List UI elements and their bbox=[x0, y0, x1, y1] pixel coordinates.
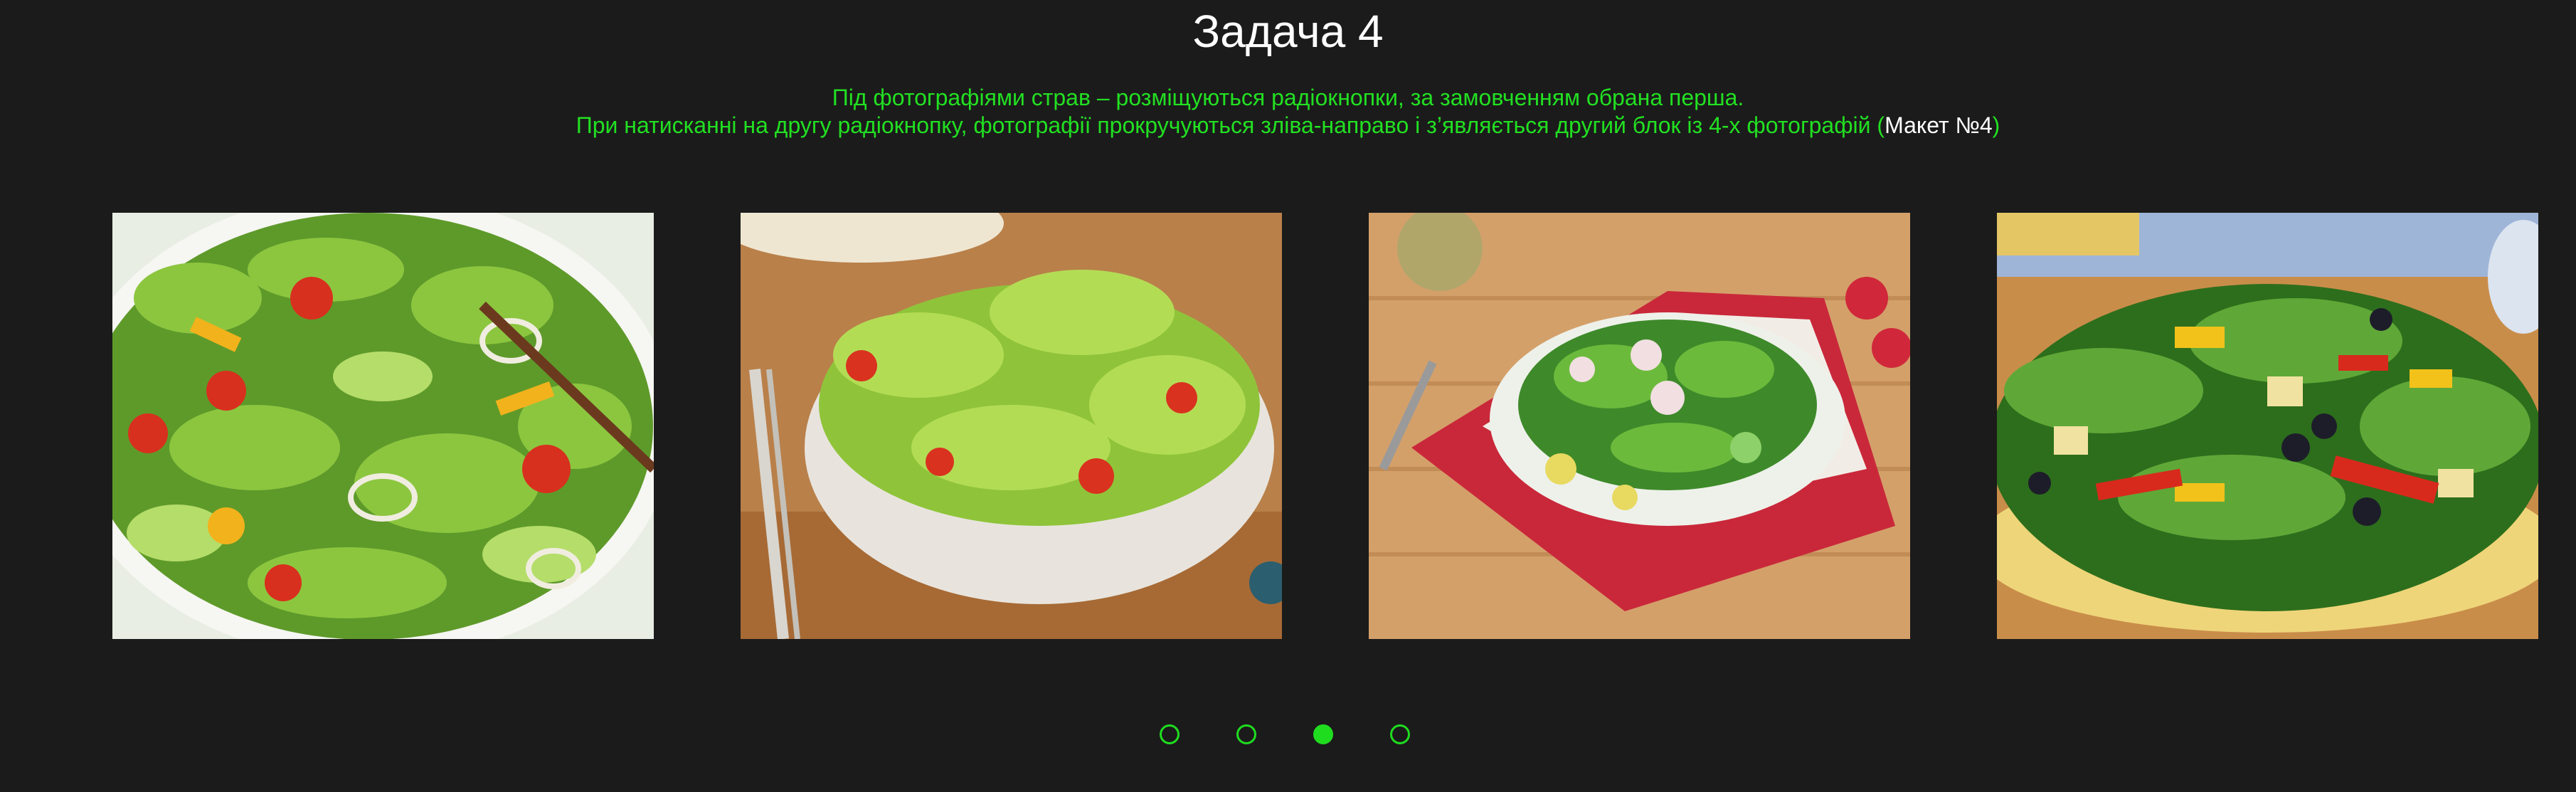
gallery-radio-2[interactable] bbox=[1236, 724, 1256, 744]
gallery-radio-4[interactable] bbox=[1390, 724, 1410, 744]
gallery-radio-group bbox=[0, 724, 2576, 746]
description-line-2: При натисканні на другу радіокнопку, фот… bbox=[0, 111, 2576, 139]
salad-photo-1 bbox=[112, 213, 654, 639]
page: Задача 4 Під фотографіями страв – розміщ… bbox=[0, 0, 2576, 792]
page-title: Задача 4 bbox=[1192, 6, 1384, 57]
layout-reference: Макет №4 bbox=[1885, 112, 1993, 138]
description-line-2-text: При натисканні на другу радіокнопку, фот… bbox=[576, 112, 1885, 138]
salad-photo-4 bbox=[1997, 213, 2538, 639]
description-line-1: Під фотографіями страв – розміщуються ра… bbox=[832, 85, 1744, 110]
gallery-radio-3[interactable] bbox=[1313, 724, 1333, 744]
gallery-radio-1[interactable] bbox=[1160, 724, 1180, 744]
salad-photo-3 bbox=[1369, 213, 1910, 639]
photo-gallery bbox=[112, 213, 2538, 640]
description-line-2-suffix: ) bbox=[1992, 112, 2000, 138]
salad-photo-2 bbox=[741, 213, 1282, 639]
